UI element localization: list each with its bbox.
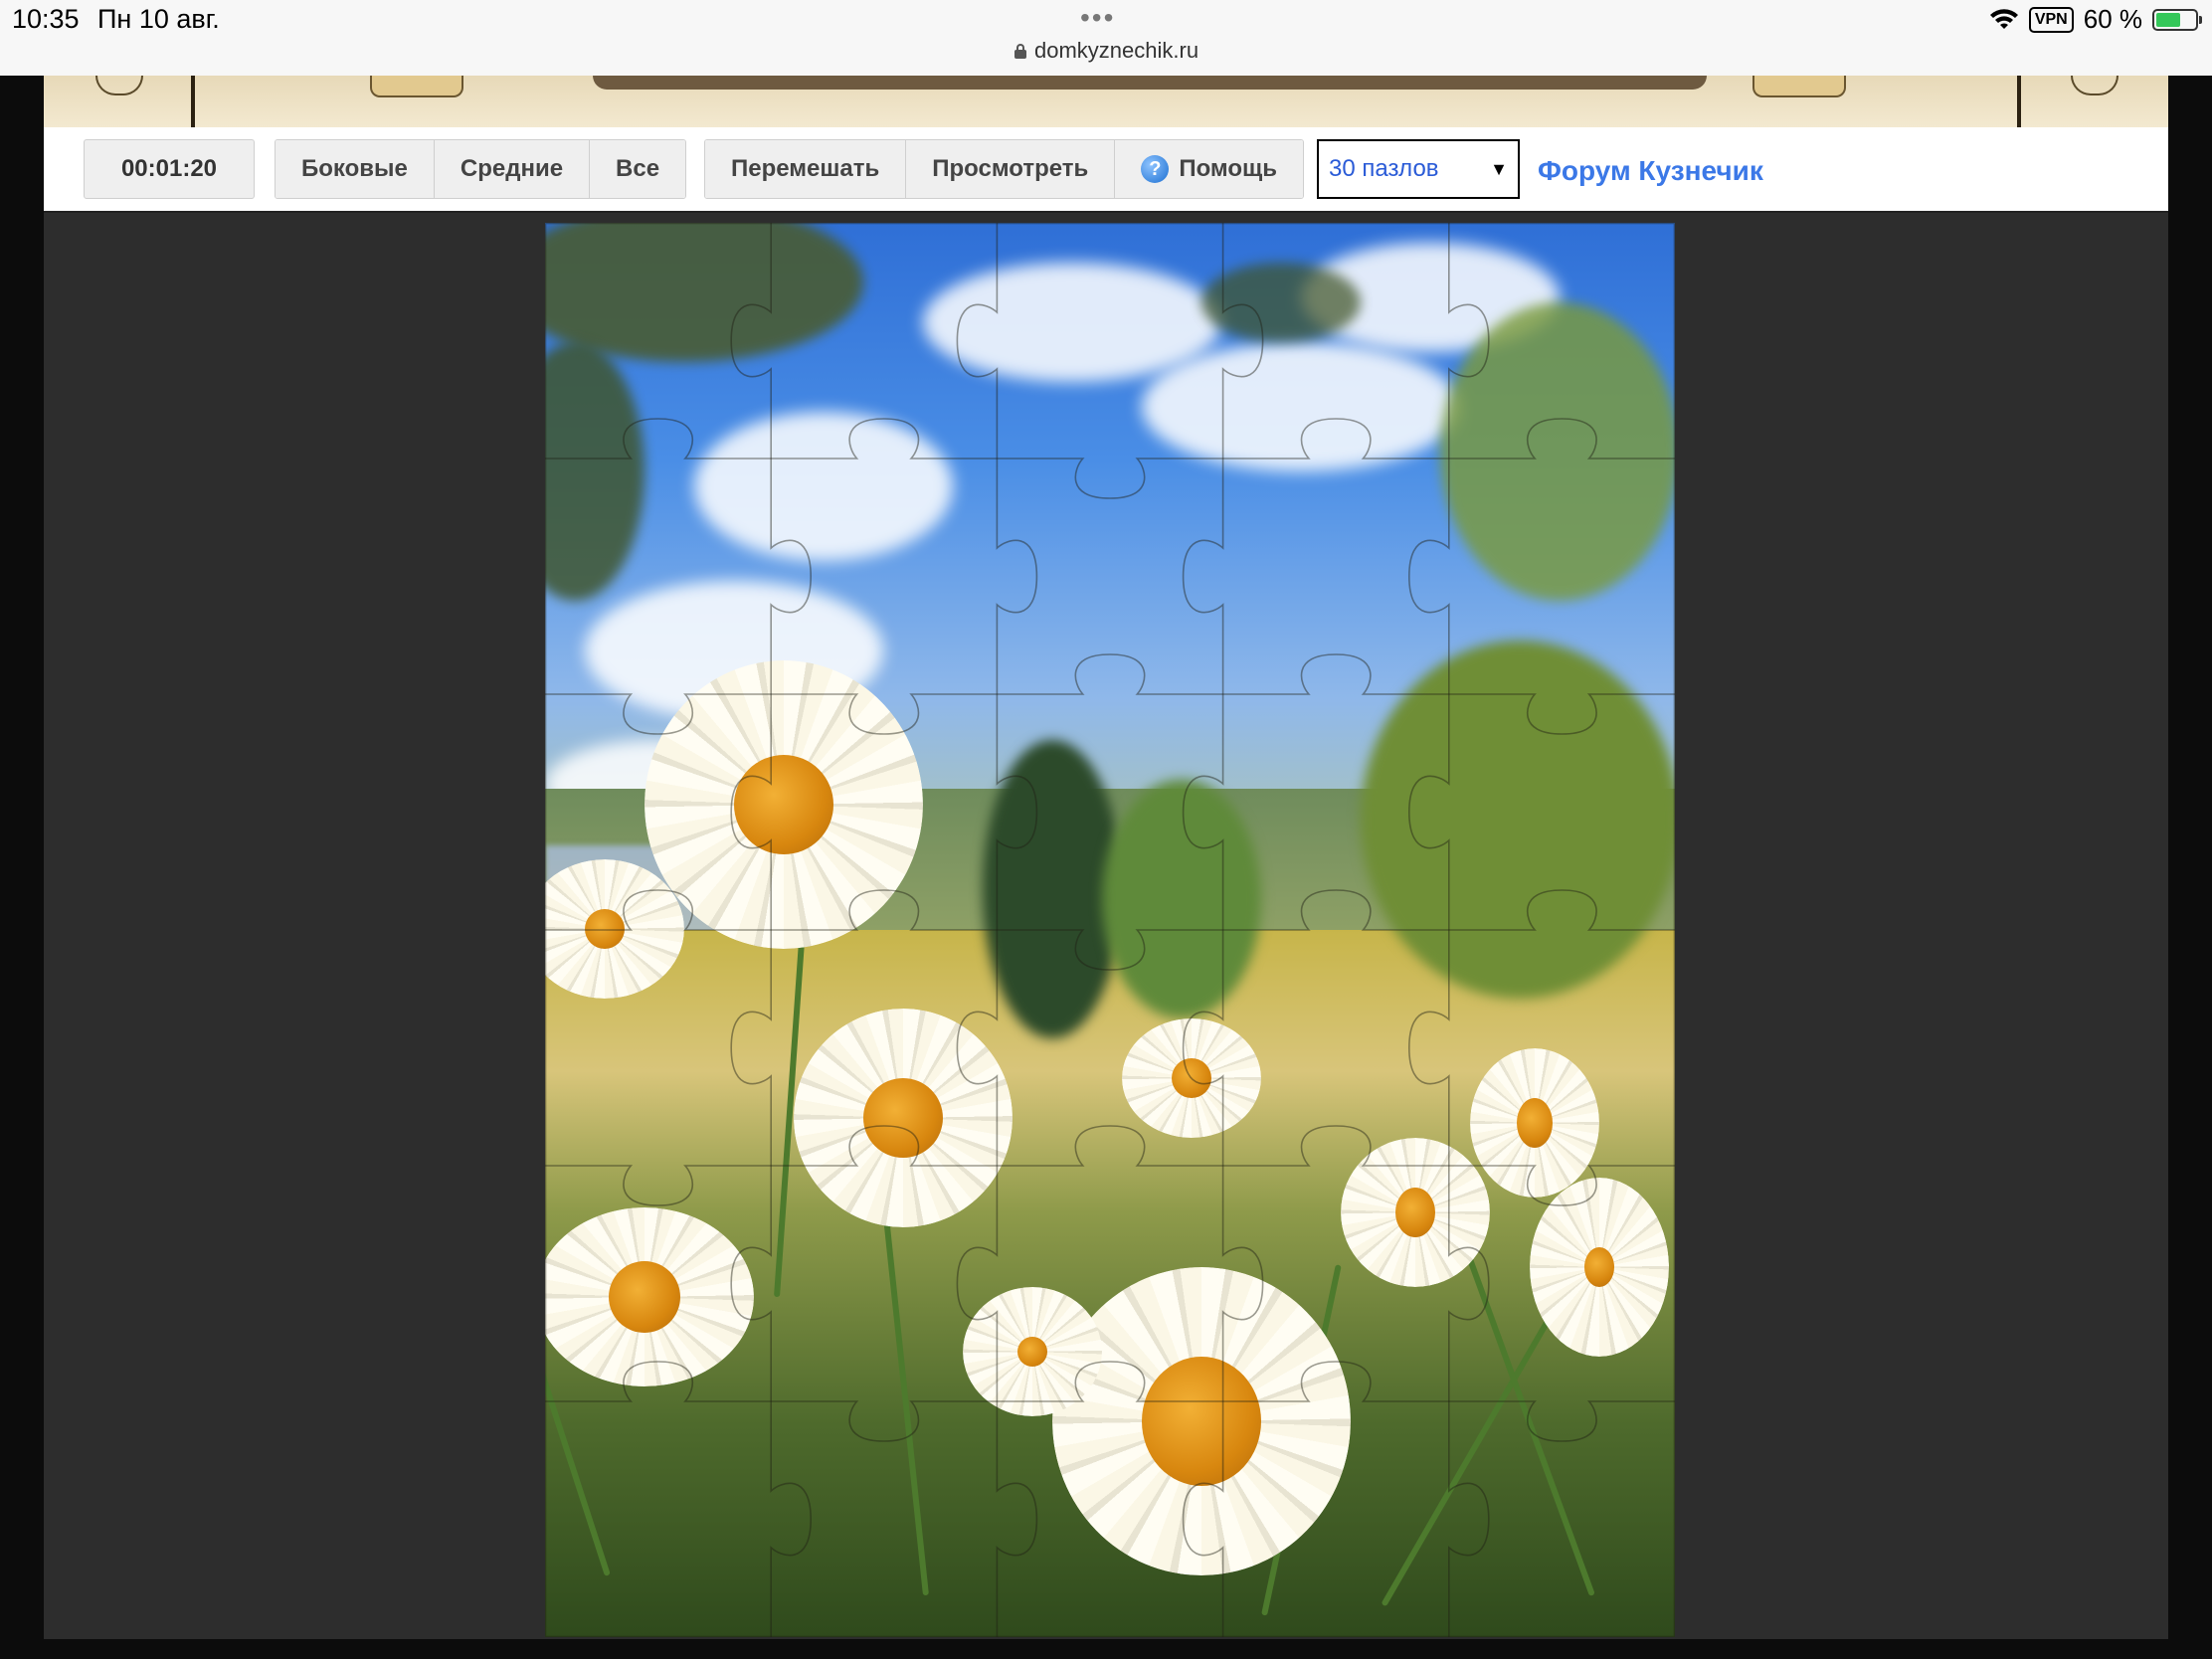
header-banner: [593, 76, 1707, 90]
foliage: [1361, 641, 1675, 999]
header-tab: [1752, 76, 1846, 97]
forum-link[interactable]: Форум Кузнечик: [1538, 155, 1763, 187]
tree: [1102, 780, 1261, 1018]
daisy-flower: [1470, 1048, 1599, 1198]
vpn-badge: VPN: [2028, 6, 2074, 33]
middle-pieces-button[interactable]: Средние: [434, 140, 591, 198]
piece-count-value: 30 пазлов: [1329, 155, 1439, 182]
puzzle-board[interactable]: [545, 223, 1675, 1637]
wifi-icon: [1989, 8, 2018, 29]
address-bar[interactable]: domkyznechik.ru: [1014, 38, 1198, 64]
header-ornament: [95, 76, 143, 95]
foliage: [1440, 302, 1675, 601]
status-time: 10:35: [12, 4, 80, 34]
preview-button[interactable]: Просмотреть: [906, 140, 1116, 198]
header-ornament: [2071, 76, 2119, 95]
daisy-flower: [1530, 1178, 1669, 1357]
header-divider: [2017, 76, 2021, 127]
header-tab: [370, 76, 463, 97]
daisy-flower: [645, 660, 923, 949]
daisy-flower: [1122, 1018, 1261, 1138]
action-button-group: Перемешать Просмотреть ? Помощь: [704, 139, 1305, 199]
status-bar: 10:35 Пн 10 авг. ••• domkyznechik.ru VPN…: [0, 0, 2212, 76]
status-indicators: VPN 60 %: [1989, 4, 2202, 35]
daisy-flower: [1341, 1138, 1490, 1287]
daisy-flower: [963, 1287, 1102, 1416]
url-text: domkyznechik.ru: [1034, 38, 1199, 63]
daisy-flower: [794, 1009, 1013, 1227]
help-label: Помощь: [1179, 155, 1278, 182]
cloud: [923, 263, 1221, 382]
cloud: [694, 412, 953, 561]
puzzle-toolbar: 00:01:20 Боковые Средние Все Перемешать …: [44, 127, 2168, 214]
all-pieces-button[interactable]: Все: [590, 140, 686, 198]
help-button[interactable]: ? Помощь: [1115, 140, 1304, 198]
tree: [983, 740, 1122, 1038]
help-icon: ?: [1141, 155, 1170, 183]
piece-count-select[interactable]: 30 пазлов ▼: [1317, 139, 1520, 199]
cloud: [1142, 342, 1460, 471]
battery-icon: [2152, 8, 2202, 31]
branch-foliage: [1201, 263, 1361, 342]
more-dots-icon[interactable]: •••: [1080, 2, 1115, 34]
daisy-flower: [545, 1207, 754, 1386]
shuffle-button[interactable]: Перемешать: [705, 140, 907, 198]
timer-display: 00:01:20: [84, 139, 255, 199]
header-divider: [191, 76, 195, 127]
site-header-strip: [44, 76, 2168, 129]
lock-icon: [1014, 44, 1026, 59]
edge-pieces-button[interactable]: Боковые: [276, 140, 435, 198]
battery-percent: 60 %: [2083, 4, 2142, 34]
dropdown-arrow-icon: ▼: [1490, 159, 1508, 179]
daisy-flower: [1052, 1267, 1351, 1575]
piece-filter-group: Боковые Средние Все: [275, 139, 687, 199]
status-date: Пн 10 авг.: [97, 4, 220, 34]
